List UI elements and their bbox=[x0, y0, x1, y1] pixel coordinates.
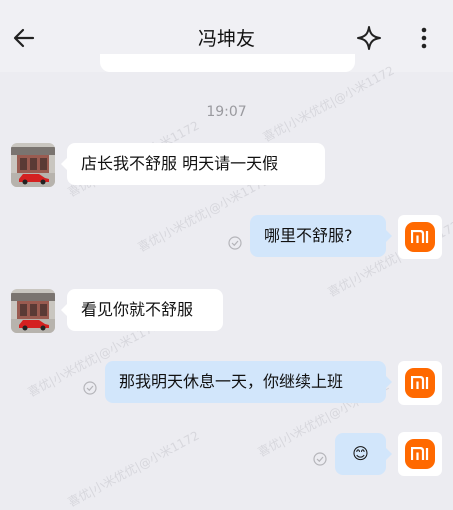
more-vertical-icon[interactable] bbox=[412, 25, 436, 51]
message-timestamp: 19:07 bbox=[206, 104, 247, 120]
read-receipt-icon bbox=[83, 381, 97, 395]
mi-logo-icon bbox=[405, 368, 435, 398]
chat-title: 冯坤友 bbox=[197, 28, 255, 50]
message-bubble-outgoing[interactable]: 哪里不舒服? bbox=[250, 215, 392, 257]
message-bubble-incoming[interactable]: 店长我不舒服 明天请一天假 bbox=[61, 143, 325, 185]
previous-message-bubble bbox=[100, 54, 355, 72]
mi-logo-icon bbox=[405, 439, 435, 469]
contact-avatar[interactable] bbox=[11, 143, 55, 187]
mi-logo-icon bbox=[405, 222, 435, 252]
watermark: 喜优|小米优优|@小米1172 bbox=[65, 428, 202, 510]
user-avatar[interactable] bbox=[398, 215, 442, 259]
user-avatar[interactable] bbox=[398, 432, 442, 476]
message-bubble-outgoing[interactable]: 😊 bbox=[335, 433, 392, 475]
sparkle-icon[interactable] bbox=[356, 25, 382, 51]
message-bubble-outgoing[interactable]: 那我明天休息一天，你继续上班 bbox=[105, 361, 392, 403]
user-avatar[interactable] bbox=[398, 361, 442, 405]
read-receipt-icon bbox=[228, 236, 242, 250]
read-receipt-icon bbox=[313, 452, 327, 466]
message-bubble-incoming[interactable]: 看见你就不舒服 bbox=[61, 289, 223, 331]
contact-avatar[interactable] bbox=[11, 289, 55, 333]
